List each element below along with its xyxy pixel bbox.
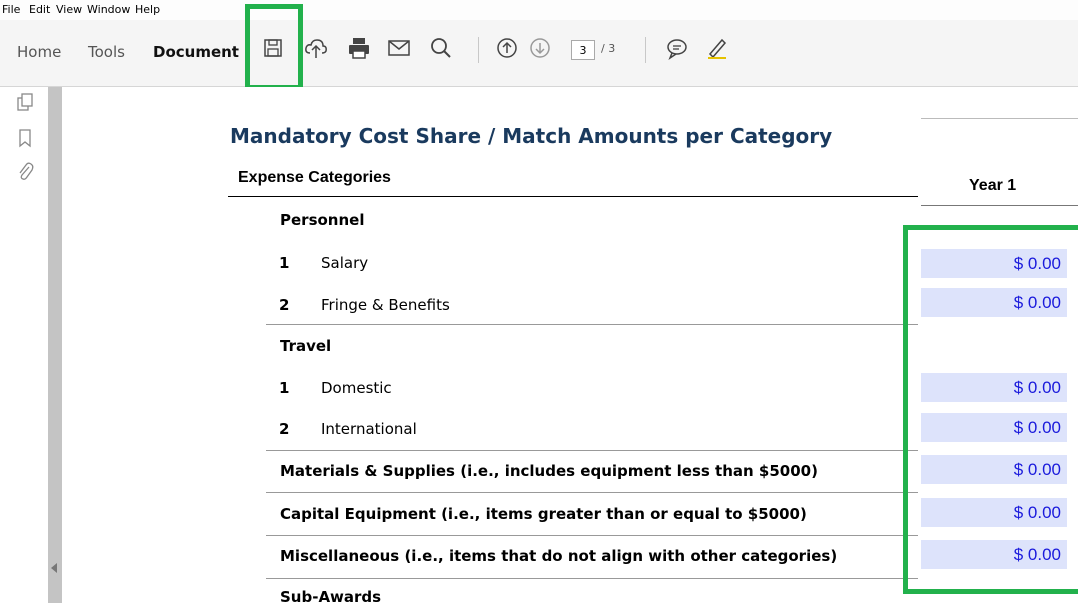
page-number-input[interactable]: 3 (571, 40, 595, 60)
row-divider (266, 492, 918, 493)
row-label-materials-supplies: Materials & Supplies (i.e., includes equ… (280, 462, 818, 480)
attachment-icon[interactable] (14, 161, 36, 183)
tab-document[interactable]: Document (153, 43, 239, 61)
row-divider (266, 324, 918, 325)
row-label-domestic: Domestic (321, 379, 392, 397)
tab-tools[interactable]: Tools (88, 43, 125, 61)
row-label-capital-equipment: Capital Equipment (i.e., items greater t… (280, 505, 807, 523)
year-column-top-rule (921, 118, 1078, 119)
print-icon[interactable] (346, 35, 372, 61)
year-1-header: Year 1 (969, 177, 1017, 194)
row-label-miscellaneous: Miscellaneous (i.e., items that do not a… (280, 547, 838, 565)
collapse-arrow-icon[interactable] (51, 563, 57, 573)
row-number: 2 (279, 420, 290, 438)
year-column-header-rule (921, 205, 1078, 206)
row-label-fringe-benefits: Fringe & Benefits (321, 296, 450, 314)
upload-cloud-icon[interactable] (303, 35, 329, 61)
page-total: / 3 (601, 42, 616, 55)
comment-icon[interactable] (664, 35, 690, 61)
tab-home[interactable]: Home (17, 43, 61, 61)
email-icon[interactable] (386, 35, 412, 61)
amount-fields-highlight-box (903, 225, 1078, 594)
toolbar-separator (645, 37, 646, 63)
bookmark-icon[interactable] (14, 127, 36, 149)
header-divider (228, 196, 918, 197)
menu-bar: File Edit View Window Help (0, 0, 1078, 20)
toolbar: Home Tools Document 3 / 3 (0, 20, 1078, 87)
menu-file[interactable]: File (2, 3, 20, 16)
menu-view[interactable]: View (56, 3, 82, 16)
pages-icon[interactable] (14, 91, 36, 113)
form-title: Mandatory Cost Share / Match Amounts per… (230, 124, 833, 148)
section-sub-awards: Sub-Awards (280, 588, 382, 606)
page-up-icon[interactable] (494, 35, 520, 61)
page-down-icon[interactable] (527, 35, 553, 61)
toolbar-separator (478, 37, 479, 63)
section-travel: Travel (280, 337, 332, 355)
row-divider (266, 450, 918, 451)
nav-pane-splitter[interactable] (48, 87, 62, 603)
row-label-salary: Salary (321, 254, 369, 272)
row-number: 1 (279, 254, 290, 272)
row-divider (266, 578, 918, 579)
menu-help[interactable]: Help (135, 3, 160, 16)
row-label-international: International (321, 420, 417, 438)
search-icon[interactable] (428, 35, 454, 61)
left-nav-pane (0, 87, 48, 603)
section-personnel: Personnel (280, 211, 365, 229)
expense-categories-header: Expense Categories (238, 169, 391, 186)
menu-window[interactable]: Window (87, 3, 130, 16)
menu-edit[interactable]: Edit (29, 3, 50, 16)
row-number: 2 (279, 296, 290, 314)
row-number: 1 (279, 379, 290, 397)
highlight-pen-icon[interactable] (704, 35, 730, 61)
save-highlight-box (245, 4, 303, 90)
row-divider (266, 535, 918, 536)
